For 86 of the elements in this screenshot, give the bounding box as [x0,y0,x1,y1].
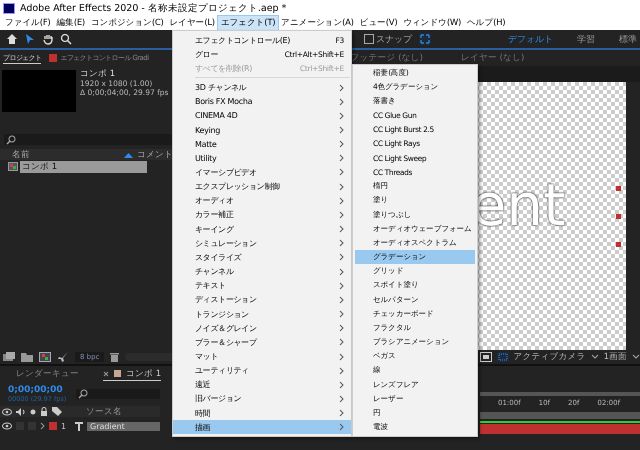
menu-item[interactable]: Utility [173,151,351,166]
menu-item[interactable]: エフェクト(T) [218,16,278,30]
new-composition-icon[interactable] [39,352,51,362]
menu-item[interactable]: CINEMA 4D [173,108,351,123]
workspace-tab[interactable]: 学習 [577,32,595,46]
snap-checkbox[interactable] [364,34,374,44]
menu-item[interactable]: エクスプレッション制御 [173,180,351,194]
label-color-swatch[interactable] [49,422,57,430]
folder-icon[interactable] [21,352,33,362]
search-icon[interactable] [60,33,72,45]
text-layer-icon [75,422,83,430]
panel-tab[interactable]: レイヤー (なし) [460,52,524,64]
home-icon[interactable] [6,33,18,45]
interpret-footage-icon[interactable] [3,352,15,362]
chevron-down-icon[interactable] [632,354,640,360]
menu-item[interactable]: ノイズ＆グレイン [173,321,351,336]
menu-item[interactable]: Matte [173,137,351,152]
menu-item[interactable]: ウィンドウ(W) [400,16,464,30]
search-icon [6,134,16,144]
menu-item[interactable]: イマーシブビデオ [173,165,351,180]
menu-item[interactable]: チャンネル [173,264,351,279]
menu-item[interactable]: アニメーション(A) [278,16,357,30]
column-header[interactable]: コメント [137,148,173,160]
eye-icon[interactable] [2,422,12,430]
speaker-icon [16,408,26,416]
snap-options-icon[interactable] [418,32,432,46]
snap-label: スナップ [376,33,412,46]
app-logo-icon [3,2,15,14]
menu-item[interactable]: ディストーション [173,292,351,307]
dot-icon [30,408,36,414]
hand-icon[interactable] [42,33,54,45]
panel-tab[interactable]: コンポ 1 [103,368,162,380]
menu-item[interactable]: Boris FX Mocha [173,94,351,109]
menu-item[interactable]: 旧バージョン [173,392,351,406]
chevron-down-icon[interactable] [590,354,599,360]
menu-item[interactable]: レイヤー(L) [166,16,218,30]
trash-icon[interactable] [110,352,120,362]
menu-item[interactable]: ユーティリティ [173,364,351,378]
panel-tab[interactable]: レンダーキュー [16,368,79,380]
search-icon [78,389,88,399]
pointer-icon[interactable] [24,33,36,45]
menu-item[interactable]: 3D チャンネル [173,80,351,95]
menu-item[interactable]: 描画 [173,420,351,434]
menu-item[interactable]: ビュー(V) [356,16,400,30]
lock-icon [40,407,48,416]
chevron-right-icon[interactable] [40,422,45,430]
menu-item[interactable]: スタイライズ [173,250,351,264]
selection-handle[interactable] [616,242,621,247]
menu-item[interactable]: Keying [173,122,351,138]
label-color-swatch [114,370,121,377]
menu-item[interactable]: カラー補正 [173,208,351,222]
close-icon[interactable] [103,370,109,376]
eye-icon [2,408,12,416]
menu-item[interactable]: オーディオ [173,194,351,208]
layer-name[interactable]: Gradient [87,422,160,430]
menu-item[interactable]: 編集(E) [53,16,88,30]
menu-item[interactable]: キーイング [173,222,351,236]
grid-toggle-icon[interactable] [496,352,509,362]
workspace-tab[interactable]: デフォルト [508,32,553,46]
layer-number: 1 [61,422,68,430]
sort-icon[interactable] [124,152,133,158]
search-field[interactable] [76,389,160,399]
selection-handle[interactable] [616,214,621,219]
menu-item[interactable]: シミュレーション [173,236,351,250]
menu-item[interactable]: 遠近 [173,378,351,392]
workspace-tab[interactable]: 標準 [619,32,637,46]
menu-item[interactable]: 時間 [173,406,351,420]
panel-tab[interactable]: フッテージ (なし) [350,52,423,64]
window-title: Adobe After Effects 2020 - 名称未設定プロジェクト.aep * [20,2,286,14]
menu-item[interactable]: ヘルプ(H) [464,16,508,30]
menu-item[interactable]: ブラー＆シャープ [173,335,351,350]
menu-item[interactable]: コンポジション(C) [88,16,167,30]
selection-handle[interactable] [616,186,621,191]
monitor-icon[interactable] [480,352,492,362]
comp-name: コンポ 1 [80,70,116,79]
menu-item[interactable]: マット [173,349,351,364]
composition-icon [8,162,18,171]
menu-item[interactable]: トランジション [173,306,351,322]
tag-icon [52,407,62,416]
timecode[interactable]: 0;00;00;00 [8,385,66,395]
menu-item[interactable]: ファイル(F) [2,16,54,30]
menu-item[interactable]: テキスト [173,278,351,293]
column-header[interactable]: 名前 [12,148,120,160]
view-layout-dropdown[interactable]: 1画面 [604,351,627,363]
project-item[interactable]: コンポ 1 [20,160,147,172]
camera-dropdown[interactable]: アクティブカメラ [514,351,586,363]
